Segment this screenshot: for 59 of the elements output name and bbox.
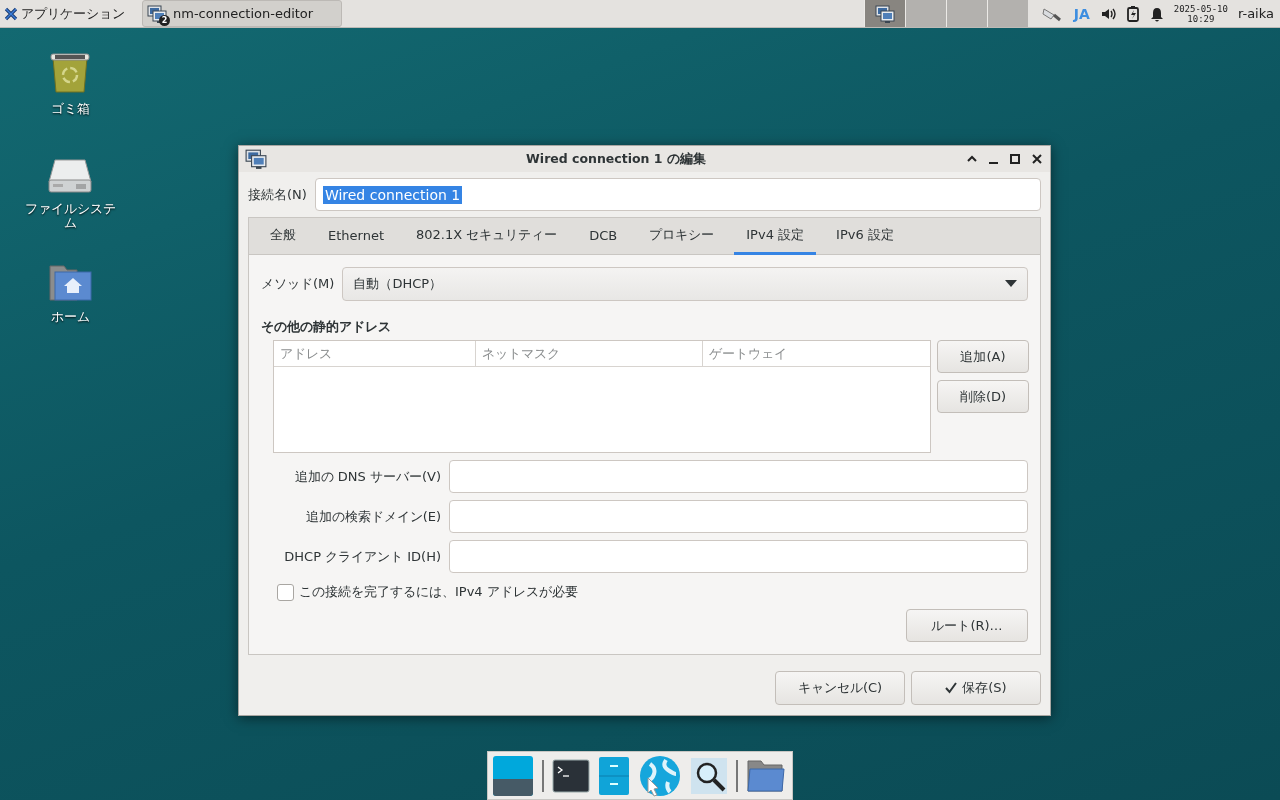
section-heading: その他の静的アドレス [261, 318, 392, 336]
tab[interactable]: 全般 [258, 218, 308, 255]
tab[interactable]: Ethernet [316, 218, 396, 255]
battery-icon [1125, 5, 1140, 22]
home-folder-icon [47, 262, 93, 304]
column-header[interactable]: アドレス [274, 341, 476, 366]
field-label: 追加の検索ドメイン(E) [304, 507, 441, 526]
applications-menu[interactable]: アプリケーション [21, 4, 125, 23]
desktop-icon-label[interactable]: ファイルシステム [20, 202, 120, 230]
taskbar-window-button[interactable]: 2 nm-connection-editor [142, 0, 343, 27]
column-header[interactable]: ネットマスク [475, 341, 704, 366]
connection-name-label: 接続名(N) [248, 185, 307, 204]
input-field[interactable] [449, 540, 1028, 573]
clock[interactable]: 2025-05-10 10:29 [1173, 3, 1228, 24]
tab[interactable]: DCB [577, 218, 630, 255]
column-header[interactable]: ゲートウェイ [703, 341, 930, 366]
trash-can-icon [47, 50, 93, 96]
routes-button[interactable]: ルート(R)… [906, 609, 1028, 642]
window-title: Wired connection 1 の編集 [525, 150, 707, 168]
time-text: 10:29 [1187, 13, 1215, 24]
workspace-button[interactable] [863, 0, 905, 27]
application-menu-icon [4, 6, 18, 21]
terminal-icon[interactable] [552, 758, 590, 793]
file-cabinet-icon[interactable] [598, 755, 630, 796]
method-label: メソッド(M) [261, 275, 335, 293]
cancel-button[interactable]: キャンセル(C) [775, 671, 905, 705]
checkmark-icon [945, 682, 958, 694]
show-desktop-icon[interactable] [492, 754, 534, 797]
window-count-badge: 2 [159, 14, 170, 26]
notification-bell-icon [1149, 5, 1164, 22]
workspace-button[interactable] [904, 0, 946, 27]
table-action-button[interactable]: 削除(D) [937, 380, 1029, 413]
window-icon [147, 3, 167, 24]
desktop-icon-label[interactable]: ゴミ箱 [20, 102, 120, 116]
close-icon [1030, 152, 1044, 166]
tab[interactable]: プロキシー [637, 218, 727, 255]
globe-with-cursor-icon[interactable] [638, 753, 682, 798]
field-label: 追加の DNS サーバー(V) [293, 467, 441, 486]
method-dropdown[interactable]: 自動（DHCP） [342, 267, 1028, 301]
table-action-button[interactable]: 追加(A) [937, 340, 1029, 373]
field-label: DHCP クライアント ID(H) [283, 547, 441, 566]
hard-drive-icon [47, 156, 93, 196]
minimize-icon [989, 161, 998, 164]
user-name[interactable]: r-aika [1237, 6, 1274, 21]
input-field[interactable] [449, 460, 1028, 493]
search-icon[interactable] [690, 756, 728, 795]
checkbox-label[interactable]: この接続を完了するには、IPv4 アドレスが必要 [299, 583, 578, 601]
save-button[interactable]: 保存(S) [911, 671, 1041, 705]
date-text: 2025-05-10 [1173, 3, 1228, 14]
tab[interactable]: 802.1X セキュリティー [404, 218, 570, 255]
connection-name-field[interactable]: Wired connection 1 [314, 178, 1041, 211]
folder-icon[interactable] [746, 758, 786, 793]
workspace-window-icon [874, 3, 895, 24]
checkbox[interactable] [277, 583, 294, 601]
maximize-icon [1008, 152, 1022, 166]
tab[interactable]: IPv6 設定 [824, 218, 906, 255]
desktop-icon-label[interactable]: ホーム [20, 310, 120, 324]
input-field[interactable] [449, 500, 1028, 533]
dropdown-arrow-icon [1005, 280, 1017, 288]
